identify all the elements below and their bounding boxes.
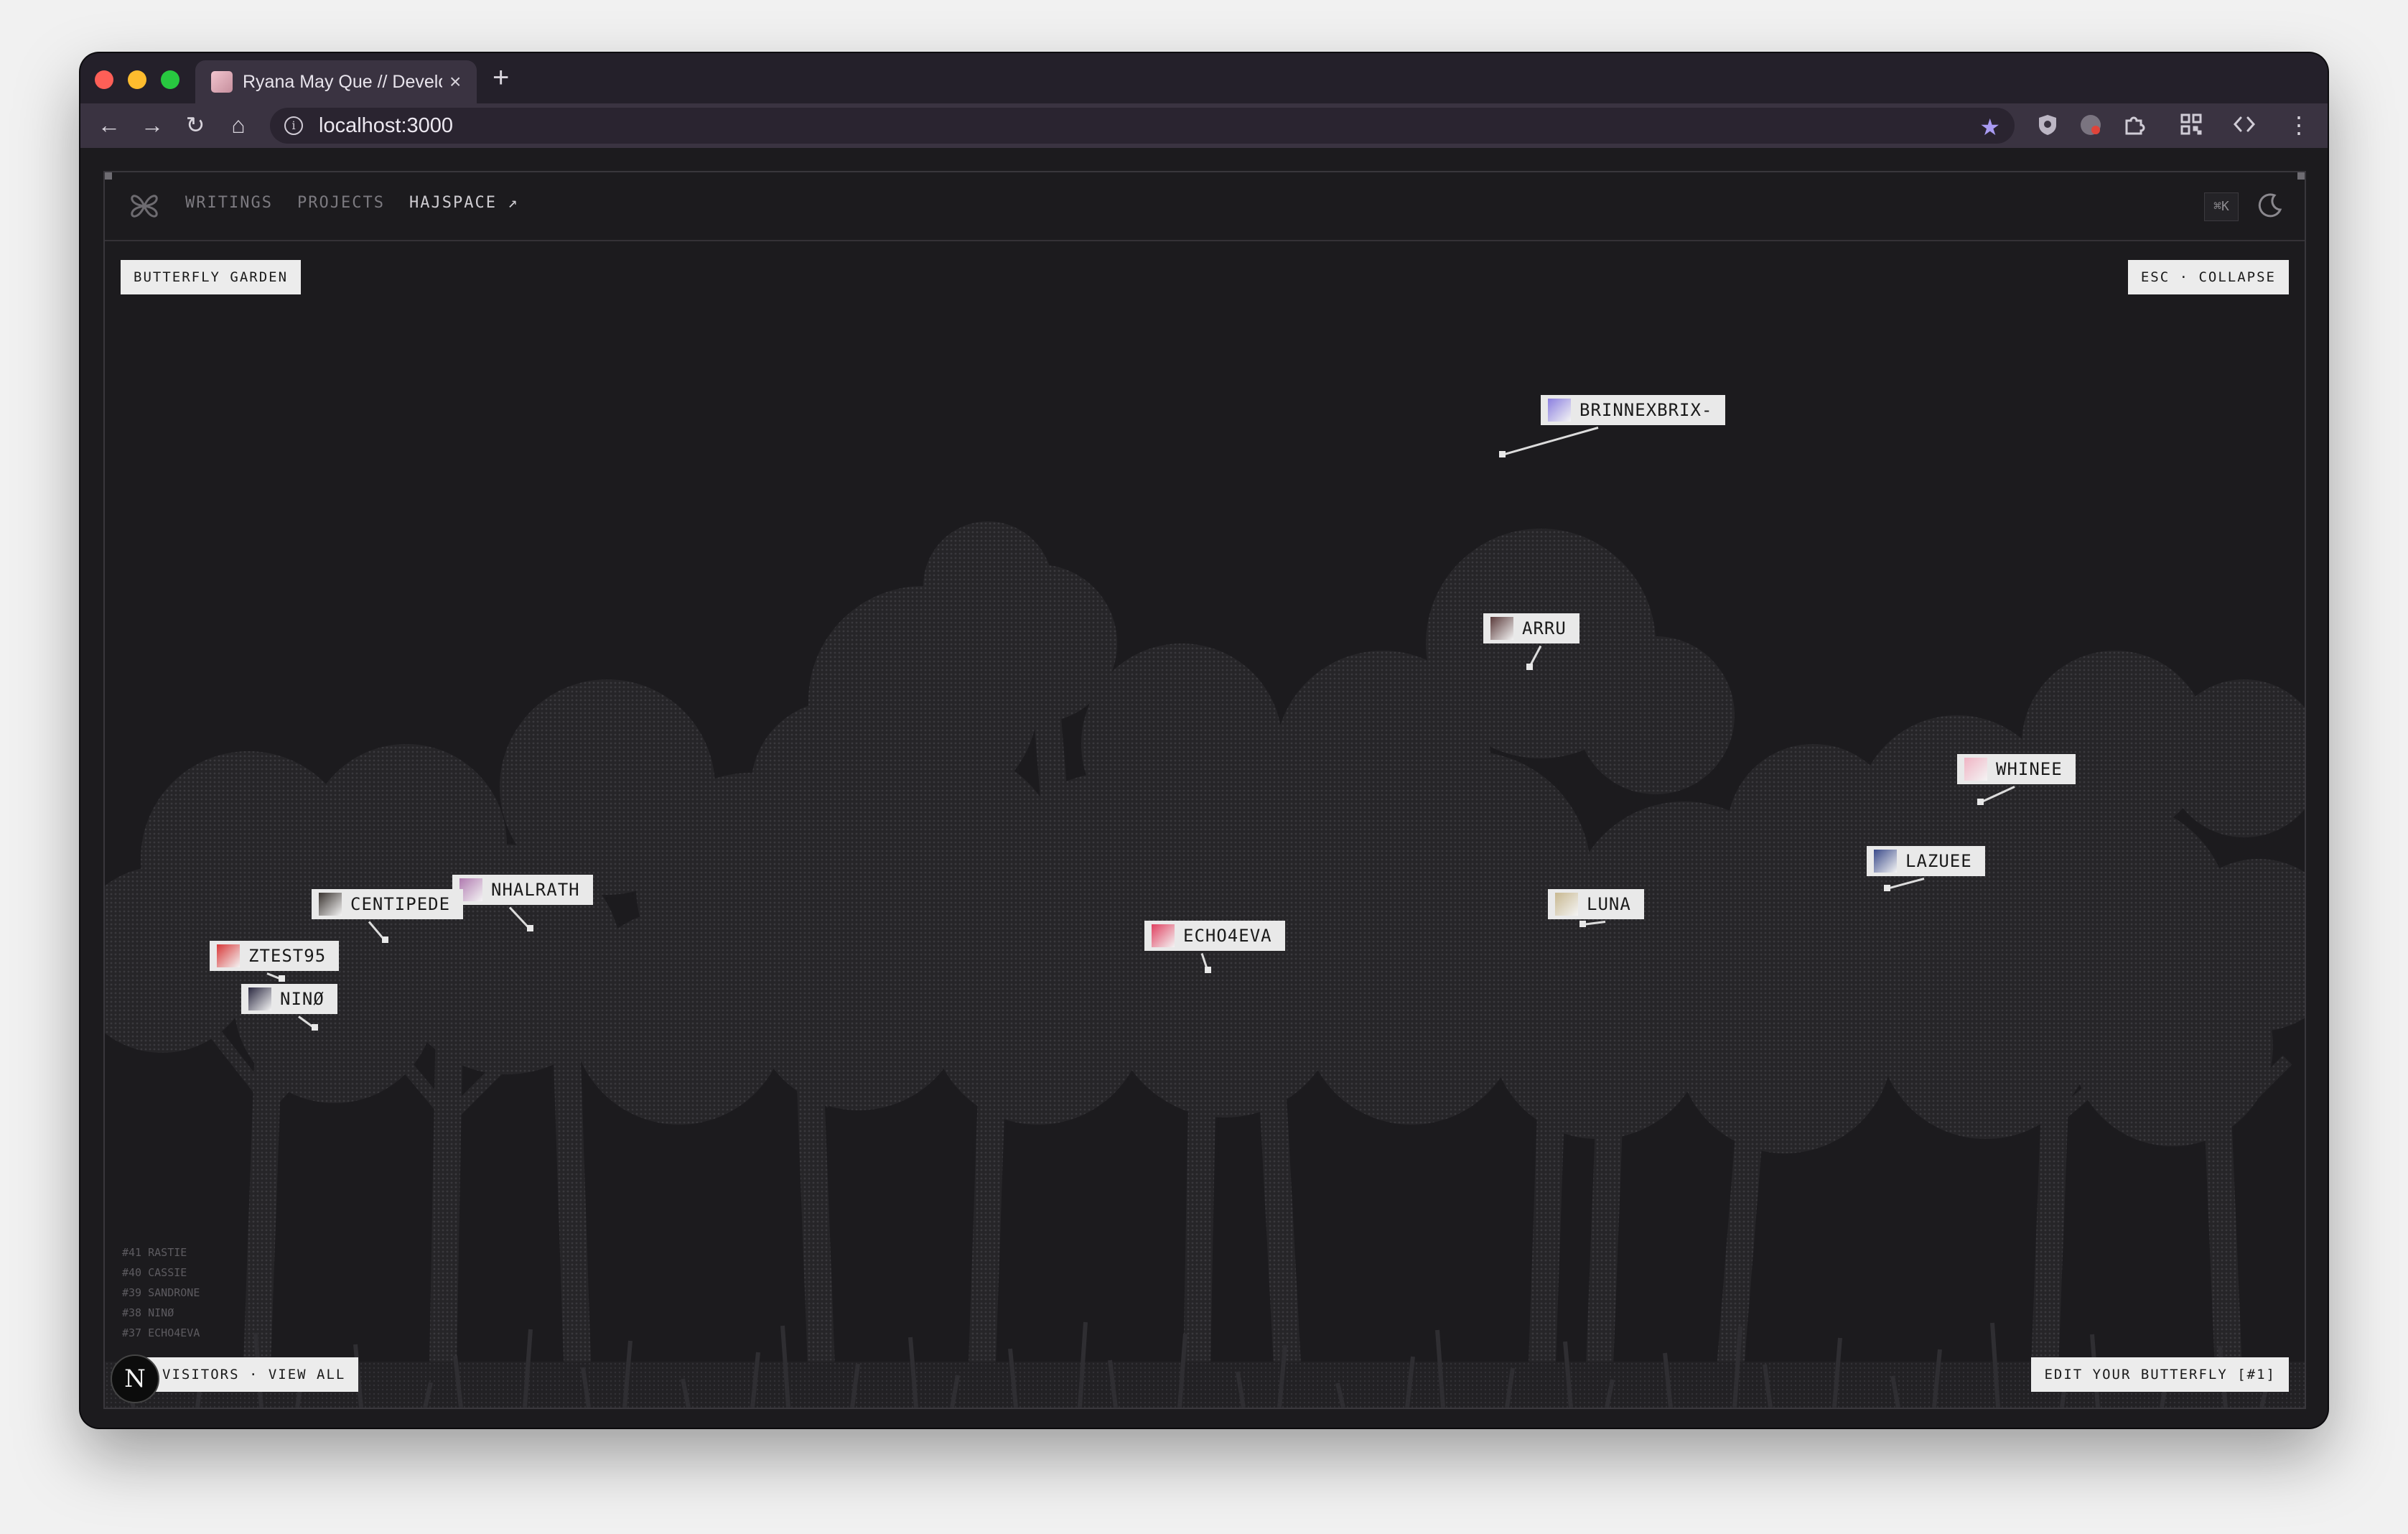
- close-window-button[interactable]: [95, 70, 113, 89]
- butterfly-name: ECHO4EVA: [1183, 926, 1272, 946]
- browser-toolbar: ← → ↻ ⌂ i localhost:3000 ★ ⋮: [80, 103, 2328, 148]
- butterfly-name: ZTEST95: [248, 946, 327, 966]
- browser-menu-button[interactable]: ⋮: [2285, 111, 2313, 139]
- butterfly-name: NHALRATH: [491, 880, 580, 900]
- butterfly-marker[interactable]: [279, 975, 285, 982]
- butterfly-tag[interactable]: WHINEE: [1957, 754, 2076, 784]
- tab-strip: Ryana May Que // Develo × +: [80, 53, 2328, 103]
- visitors-view-all-button[interactable]: VISITORS · VIEW ALL: [144, 1357, 359, 1392]
- devtools-code-icon[interactable]: [2230, 113, 2259, 141]
- new-tab-button[interactable]: +: [493, 63, 509, 92]
- forward-button[interactable]: →: [138, 111, 167, 139]
- forest-shape: [429, 1016, 463, 1405]
- recent-visitor: #40 CASSIE: [122, 1266, 187, 1279]
- browser-tab[interactable]: Ryana May Que // Develo ×: [195, 60, 477, 103]
- maximize-window-button[interactable]: [161, 70, 179, 89]
- butterfly-tag[interactable]: LUNA: [1548, 889, 1644, 919]
- forest-shape: [1585, 1031, 1626, 1405]
- site-info-icon[interactable]: i: [284, 116, 303, 135]
- tab-close-icon[interactable]: ×: [449, 70, 461, 93]
- butterfly-name: NINØ: [280, 989, 325, 1009]
- site-frame: WRITINGS PROJECTS HAJSPACE ↗ ⌘K BUTTERFL…: [103, 171, 2306, 1409]
- url-text: localhost:3000: [319, 113, 454, 137]
- forest-shape: [1677, 938, 1893, 1153]
- home-button[interactable]: ⌂: [224, 111, 253, 139]
- nav-hajspace[interactable]: HAJSPACE ↗: [409, 194, 518, 212]
- shield-extension-icon[interactable]: [2033, 113, 2062, 142]
- page-content: WRITINGS PROJECTS HAJSPACE ↗ ⌘K BUTTERFL…: [80, 148, 2328, 1428]
- forest-shape: [1182, 1031, 1217, 1405]
- butterfly-tag[interactable]: BRINNEXBRIX-: [1541, 395, 1726, 425]
- forest-shape: [751, 701, 923, 873]
- nav-projects[interactable]: PROJECTS: [297, 194, 385, 212]
- butterfly-name: CENTIPEDE: [350, 894, 451, 914]
- recent-visitor: #41 RASTIE: [122, 1246, 187, 1259]
- butterfly-tag[interactable]: ZTEST95: [210, 941, 340, 971]
- butterfly-avatar-icon: [1152, 924, 1175, 947]
- butterfly-name: LUNA: [1587, 894, 1631, 914]
- forest-shape: [1577, 636, 1735, 794]
- butterfly-tag[interactable]: LAZUEE: [1867, 846, 1985, 876]
- butterfly-marker[interactable]: [1977, 799, 1984, 805]
- butterfly-name: BRINNEXBRIX-: [1579, 400, 1713, 420]
- forest-shape: [551, 973, 592, 1405]
- command-k-shortcut[interactable]: ⌘K: [2204, 192, 2239, 221]
- recent-visitor: #39 SANDRONE: [122, 1286, 200, 1299]
- butterfly-avatar-icon: [217, 944, 240, 967]
- butterfly-avatar-icon: [1964, 758, 1987, 781]
- butterfly-tag[interactable]: CENTIPEDE: [312, 889, 464, 919]
- butterfly-marker[interactable]: [382, 936, 388, 943]
- theme-toggle-moon-icon[interactable]: [2256, 191, 2285, 220]
- n-badge[interactable]: N: [111, 1354, 159, 1403]
- site-nav: WRITINGS PROJECTS HAJSPACE ↗ ⌘K: [105, 172, 2305, 241]
- butterfly-marker[interactable]: [312, 1024, 318, 1031]
- profile-extension-icon[interactable]: [2076, 113, 2105, 142]
- puzzle-extensions-icon[interactable]: [2119, 113, 2148, 142]
- forest-shape: [2030, 1031, 2071, 1405]
- minimize-window-button[interactable]: [128, 70, 146, 89]
- forest-shape: [105, 1362, 2305, 1408]
- recent-visitor: #38 NINØ: [122, 1306, 174, 1319]
- nav-writings[interactable]: WRITINGS: [185, 194, 273, 212]
- butterfly-tag[interactable]: ECHO4EVA: [1144, 921, 1285, 951]
- butterfly-name: LAZUEE: [1905, 851, 1972, 871]
- butterfly-tag[interactable]: NINØ: [241, 984, 337, 1014]
- forest-shape: [2072, 945, 2273, 1146]
- butterfly-name: WHINEE: [1996, 759, 2063, 779]
- recent-visitors-log: #41 RASTIE #40 CASSIE #39 SANDRONE #38 N…: [122, 1242, 200, 1343]
- collapse-button[interactable]: ESC · COLLAPSE: [2127, 260, 2289, 294]
- butterfly-marker[interactable]: [1205, 967, 1211, 973]
- butterfly-avatar-icon: [248, 987, 271, 1010]
- browser-window: Ryana May Que // Develo × + ← → ↻ ⌂ i lo…: [80, 53, 2328, 1428]
- garden-title: BUTTERFLY GARDEN: [121, 260, 302, 294]
- butterfly-avatar-icon: [1490, 617, 1513, 640]
- butterfly-tag[interactable]: NHALRATH: [452, 875, 593, 905]
- butterfly-marker[interactable]: [1579, 921, 1586, 927]
- butterfly-marker[interactable]: [1526, 664, 1533, 670]
- reload-button[interactable]: ↻: [181, 111, 210, 139]
- butterfly-avatar-icon: [1874, 850, 1897, 873]
- butterfly-marker[interactable]: [1499, 451, 1506, 457]
- butterfly-avatar-icon: [1555, 893, 1578, 916]
- edit-butterfly-button[interactable]: EDIT YOUR BUTTERFLY [#1]: [2031, 1357, 2289, 1392]
- forest-background: [105, 521, 2305, 1408]
- forest-shape: [967, 987, 1009, 1405]
- butterfly-marker[interactable]: [1884, 885, 1890, 891]
- butterfly-name: ARRU: [1522, 618, 1567, 638]
- butterfly-marker[interactable]: [527, 925, 533, 931]
- butterfly-tag[interactable]: ARRU: [1483, 613, 1579, 643]
- tab-title: Ryana May Que // Develo: [243, 71, 442, 92]
- recent-visitor: #37 ECHO4EVA: [122, 1326, 200, 1339]
- favicon-icon: [211, 71, 233, 93]
- bookmark-star-icon[interactable]: ★: [1979, 113, 2000, 141]
- butterfly-garden: BUTTERFLY GARDEN ESC · COLLAPSE BRINNEXB…: [105, 241, 2305, 1408]
- address-bar[interactable]: i localhost:3000 ★: [270, 108, 2015, 144]
- back-button[interactable]: ←: [95, 111, 123, 139]
- qr-code-icon[interactable]: [2177, 113, 2206, 141]
- butterfly-logo-icon[interactable]: [128, 190, 161, 223]
- butterfly-avatar-icon: [319, 893, 342, 916]
- butterfly-avatar-icon: [1548, 399, 1571, 422]
- forest-shape: [1527, 987, 1569, 1405]
